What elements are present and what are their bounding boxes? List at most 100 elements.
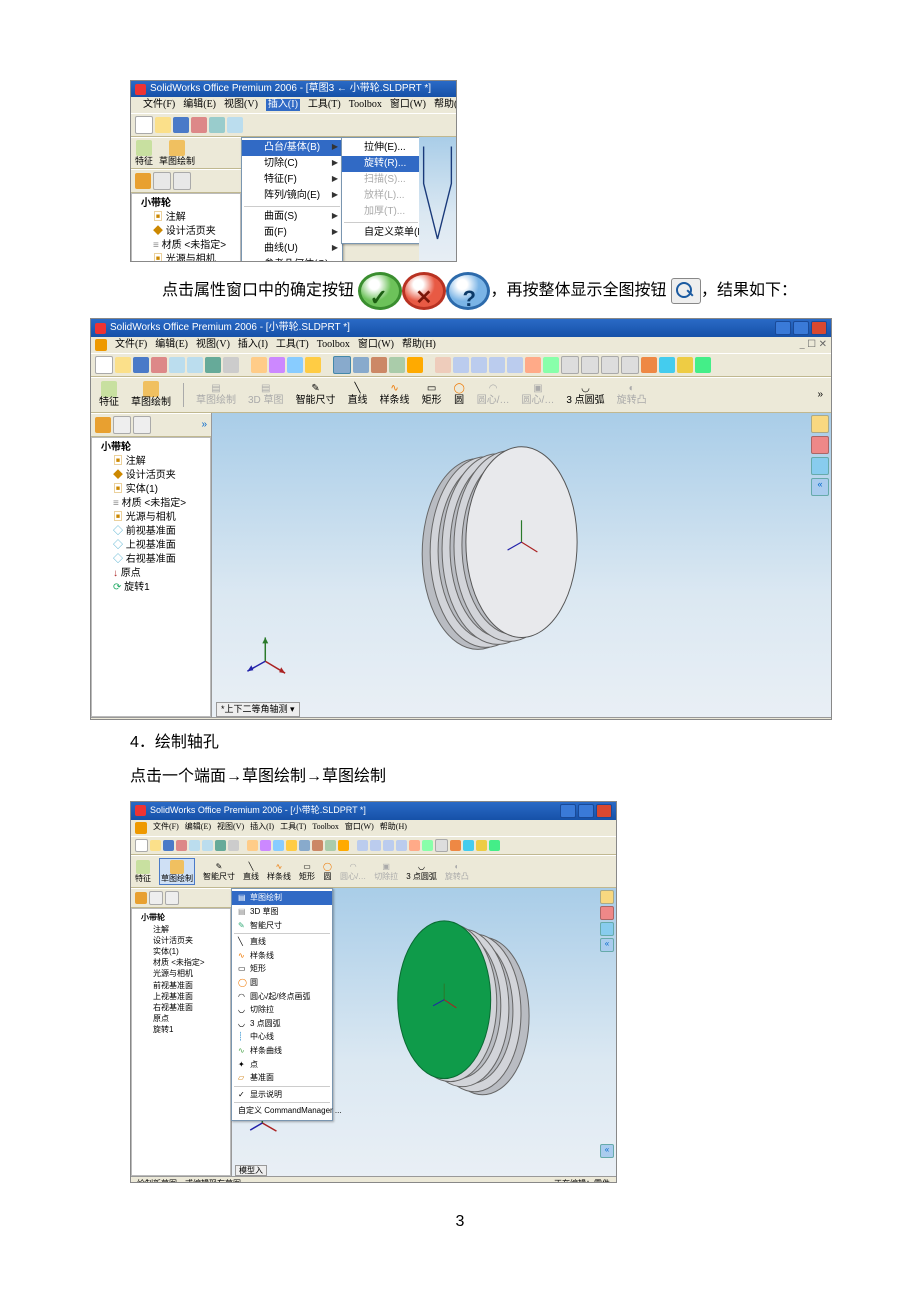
tree-revolve[interactable]: 旋转1 <box>124 582 150 593</box>
viewport[interactable]: « *上下二等角轴测 ▾ <box>212 413 831 717</box>
tree-anno[interactable]: 注解 <box>166 212 186 223</box>
ctx-center[interactable]: 中心线 <box>250 1032 274 1041</box>
close-icon[interactable] <box>811 321 827 335</box>
mi-revolve[interactable]: 旋转(R)... <box>342 156 420 172</box>
tb-icon[interactable] <box>305 357 321 373</box>
tb-icon[interactable] <box>95 356 113 374</box>
cmd-manager[interactable]: 特征 草图绘制 ▤草图绘制 ▤3D 草图 ✎智能尺寸 ╲直线 ∿样条线 ▭矩形 … <box>91 377 831 413</box>
cm-item[interactable]: ◐旋转凸 <box>617 383 647 407</box>
tb-icon[interactable] <box>287 357 303 373</box>
open-icon[interactable] <box>155 117 171 133</box>
tb-icon[interactable] <box>695 357 711 373</box>
tb-icon[interactable] <box>251 357 267 373</box>
menu-toolbox[interactable]: Toolbox <box>317 339 350 351</box>
tb-icon[interactable] <box>115 357 131 373</box>
std-toolbar[interactable] <box>131 836 616 855</box>
feature-tree[interactable]: 小带轮 ▣ 注解 ◆ 设计活页夹 ▣ 实体(1) ≡ 材质 <未指定> ▣ 光源… <box>91 437 211 717</box>
tree-root[interactable]: 小带轮 <box>135 197 237 211</box>
tb-icon[interactable] <box>601 356 619 374</box>
menubar[interactable]: 文件(F)编辑(E)视图(V)插入(I)工具(T)Toolbox窗口(W)帮助(… <box>131 820 616 836</box>
std-toolbar[interactable] <box>131 113 456 137</box>
min-icon[interactable] <box>775 321 791 335</box>
tb-icon[interactable] <box>621 356 639 374</box>
cm-item[interactable]: ╲直线 <box>348 383 368 407</box>
sketch-icon[interactable] <box>169 140 185 156</box>
mi-sweep[interactable]: 扫描(S)... <box>342 172 420 188</box>
sketch-context-menu[interactable]: ▤草图绘制 ▤3D 草图 ✎智能尺寸 ╲直线 ∿样条线 ▭矩形 ◯圆 ◠圆心/起… <box>231 888 333 1121</box>
taskpane-icon[interactable] <box>811 436 829 454</box>
min-icon[interactable] <box>560 804 576 818</box>
ctx-multi[interactable]: 样条曲线 <box>250 1046 282 1055</box>
tb-icon[interactable] <box>659 357 675 373</box>
mi-custom[interactable]: 自定义菜单(M) <box>342 225 420 241</box>
tree-solid[interactable]: 实体(1) <box>126 484 158 495</box>
tb-icon[interactable] <box>453 357 469 373</box>
tool-icon[interactable] <box>227 117 243 133</box>
ctx-rect[interactable]: 矩形 <box>250 964 266 973</box>
cm-item[interactable]: ▣圆心/… <box>522 383 555 407</box>
tb-icon[interactable] <box>133 357 149 373</box>
ok-icon[interactable] <box>358 272 402 310</box>
tool-icon[interactable] <box>209 117 225 133</box>
tb-icon[interactable] <box>561 356 579 374</box>
tree-tabs[interactable] <box>131 169 241 193</box>
feature-tree[interactable]: 小带轮 ▣ 注解 ◆ 设计活页夹 ≡ 材质 <未指定> ▣ 光源与相机 ◇ 前视… <box>131 193 241 262</box>
help-icon[interactable] <box>446 272 490 310</box>
tree-design[interactable]: 设计活页夹 <box>166 226 216 237</box>
feature-icon[interactable] <box>136 140 152 156</box>
mi-extrude[interactable]: 拉伸(E)... <box>342 140 420 156</box>
tb-icon[interactable] <box>471 357 487 373</box>
boss-submenu[interactable]: 拉伸(E)... 旋转(R)... 扫描(S)... 放样(L)... 加厚(T… <box>341 137 421 244</box>
taskpane-icon[interactable] <box>811 415 829 433</box>
menu-window[interactable]: 窗口(W) <box>358 339 394 351</box>
mi-thick[interactable]: 加厚(T)... <box>342 204 420 220</box>
ctx-plane[interactable]: 基准面 <box>250 1073 274 1082</box>
menu-window[interactable]: 窗口(W) <box>390 99 426 111</box>
tab-icon[interactable] <box>113 416 131 434</box>
cm-item[interactable]: ▤草图绘制 <box>196 383 236 407</box>
feature-tree[interactable]: 小带轮 注解 设计活页夹 实体(1) 材质 <未指定> 光源与相机 前视基准面 … <box>131 908 231 1176</box>
tb-icon[interactable] <box>581 356 599 374</box>
ctx-3dsketch[interactable]: 3D 草图 <box>250 907 278 916</box>
task-pane-tabs[interactable]: « <box>600 890 614 952</box>
task-pane-tabs[interactable]: « <box>811 415 829 496</box>
ctx-spline[interactable]: 样条线 <box>250 951 274 960</box>
menu-tools[interactable]: 工具(T) <box>308 99 341 111</box>
tb-icon[interactable] <box>151 357 167 373</box>
tree-light[interactable]: 光源与相机 <box>166 254 216 262</box>
tree-front[interactable]: 前视基准面 <box>126 526 176 537</box>
new-icon[interactable] <box>135 116 153 134</box>
sketch-icon[interactable] <box>143 381 159 397</box>
save-icon[interactable] <box>173 117 189 133</box>
mi-feat[interactable]: 特征(F) <box>242 172 342 188</box>
ctx-cut[interactable]: 切除拉 <box>250 1005 274 1014</box>
zoomfit-icon[interactable] <box>671 278 701 304</box>
tb-icon[interactable] <box>223 357 239 373</box>
tree-right[interactable]: 右视基准面 <box>126 554 176 565</box>
menu-view[interactable]: 视图(V) <box>224 99 258 111</box>
window-buttons[interactable] <box>775 321 827 335</box>
menu-insert[interactable]: 插入(I) <box>266 99 300 111</box>
tb-icon[interactable] <box>205 357 221 373</box>
menu-file[interactable]: 文件(F) <box>143 99 175 111</box>
taskpane-icon[interactable] <box>811 457 829 475</box>
tree-anno[interactable]: 注解 <box>126 456 146 467</box>
tab-icon[interactable] <box>95 417 111 433</box>
tb-icon[interactable] <box>677 357 693 373</box>
feature-icon[interactable] <box>101 381 117 397</box>
tb-icon[interactable] <box>169 357 185 373</box>
cm-item[interactable]: ◯圆 <box>454 383 465 407</box>
cm-item[interactable]: ▤3D 草图 <box>248 383 284 407</box>
viewport-tab[interactable]: 模型入 <box>235 1165 267 1177</box>
cm-item[interactable]: ◡3 点圆弧 <box>566 383 604 407</box>
tree-top[interactable]: 上视基准面 <box>126 540 176 551</box>
menubar[interactable]: 文件(F) 编辑(E) 视图(V) 插入(I) 工具(T) Toolbox 窗口… <box>131 97 456 113</box>
tb-icon[interactable] <box>641 357 657 373</box>
close-icon[interactable] <box>596 804 612 818</box>
mi-loft[interactable]: 放样(L)... <box>342 188 420 204</box>
print-icon[interactable] <box>191 117 207 133</box>
tb-icon[interactable] <box>489 357 505 373</box>
tab-icon[interactable] <box>153 172 171 190</box>
cm-item[interactable]: ◠圆心/… <box>477 383 510 407</box>
cm-item[interactable]: ∿样条线 <box>380 383 410 407</box>
